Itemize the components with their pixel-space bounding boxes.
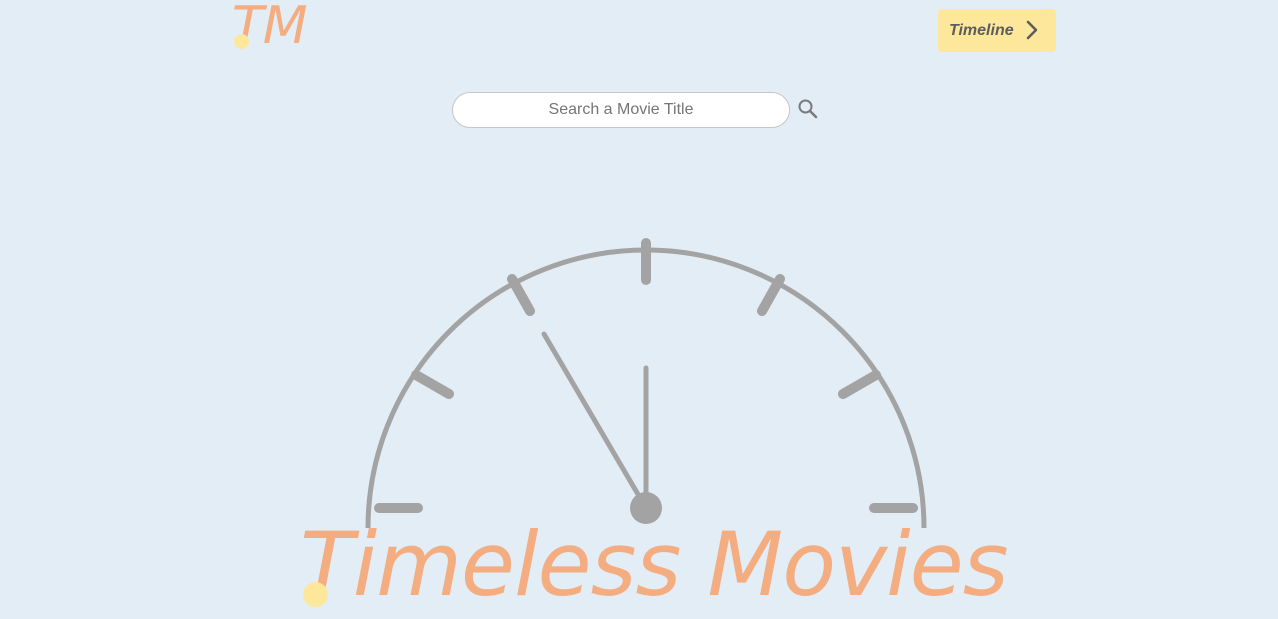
- page: TM Timeline Timeless Movies: [0, 0, 1278, 619]
- search-icon[interactable]: [797, 98, 819, 120]
- clock-tick: [507, 274, 535, 316]
- logo-dot: [234, 34, 249, 49]
- clock-icon: [365, 238, 927, 529]
- timeline-button-label: Timeline: [949, 21, 1014, 39]
- clock-tick: [757, 274, 785, 316]
- chevron-right-icon: [1026, 20, 1038, 40]
- clock-hand-hour: [541, 331, 649, 511]
- clock-tick: [838, 370, 881, 399]
- site-logo[interactable]: TM: [230, 0, 320, 60]
- clock-tick: [411, 370, 454, 399]
- hero-title: Timeless Movies: [300, 513, 1009, 616]
- hero-title-dot: [303, 582, 328, 607]
- timeline-button[interactable]: Timeline: [938, 9, 1056, 52]
- search-input[interactable]: [452, 92, 790, 128]
